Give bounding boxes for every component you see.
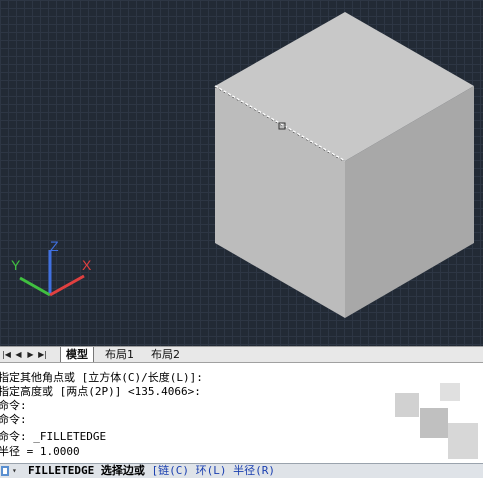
- layout-tab-bar: |◀ ◀ ▶ ▶| 模型 布局1 布局2: [0, 346, 483, 363]
- active-command: FILLETEDGE: [28, 464, 95, 477]
- watermark-block: [420, 408, 448, 438]
- chevron-down-icon[interactable]: ▾: [12, 464, 17, 478]
- last-layout-icon[interactable]: ▶|: [38, 349, 47, 360]
- history-line: 命令: _FILLETEDGE: [0, 430, 107, 443]
- ucs-y-label: Y: [11, 257, 21, 273]
- watermark-block: [440, 383, 460, 401]
- command-input-bar[interactable]: ▾ FILLETEDGE 选择边或 [链(C) 环(L) 半径(R): [0, 463, 483, 478]
- command-prompt[interactable]: FILLETEDGE 选择边或 [链(C) 环(L) 半径(R): [28, 464, 275, 478]
- next-layout-icon[interactable]: ▶: [26, 349, 35, 360]
- watermark-block: [395, 393, 419, 417]
- drawing-canvas[interactable]: Z Y X: [0, 0, 483, 346]
- prev-layout-icon[interactable]: ◀: [14, 349, 23, 360]
- prompt-text: 选择边或: [100, 464, 145, 477]
- tab-layout2[interactable]: 布局2: [146, 347, 185, 362]
- history-line: 命令:: [0, 399, 27, 412]
- history-line: 半径 = 1.0000: [0, 445, 80, 458]
- history-line: 命令:: [0, 413, 27, 426]
- ucs-z-label: Z: [50, 238, 59, 254]
- command-prompt-icon[interactable]: [0, 465, 10, 477]
- tab-model[interactable]: 模型: [60, 347, 94, 362]
- history-line: 指定其他角点或 [立方体(C)/长度(L)]:: [0, 371, 203, 384]
- ucs-x-label: X: [82, 257, 92, 273]
- watermark-block: [448, 423, 478, 459]
- history-line: 指定高度或 [两点(2P)] <135.4066>:: [0, 385, 201, 398]
- model-viewport[interactable]: Z Y X: [0, 0, 483, 346]
- first-layout-icon[interactable]: |◀: [2, 349, 11, 360]
- option-chain[interactable]: [链(C): [151, 464, 189, 477]
- ucs-icon: Z Y X: [11, 238, 92, 297]
- tab-layout1[interactable]: 布局1: [100, 347, 139, 362]
- option-loop[interactable]: 环(L): [196, 464, 227, 477]
- option-radius[interactable]: 半径(R): [233, 464, 275, 477]
- command-history[interactable]: 指定其他角点或 [立方体(C)/长度(L)]: 指定高度或 [两点(2P)] <…: [0, 363, 483, 463]
